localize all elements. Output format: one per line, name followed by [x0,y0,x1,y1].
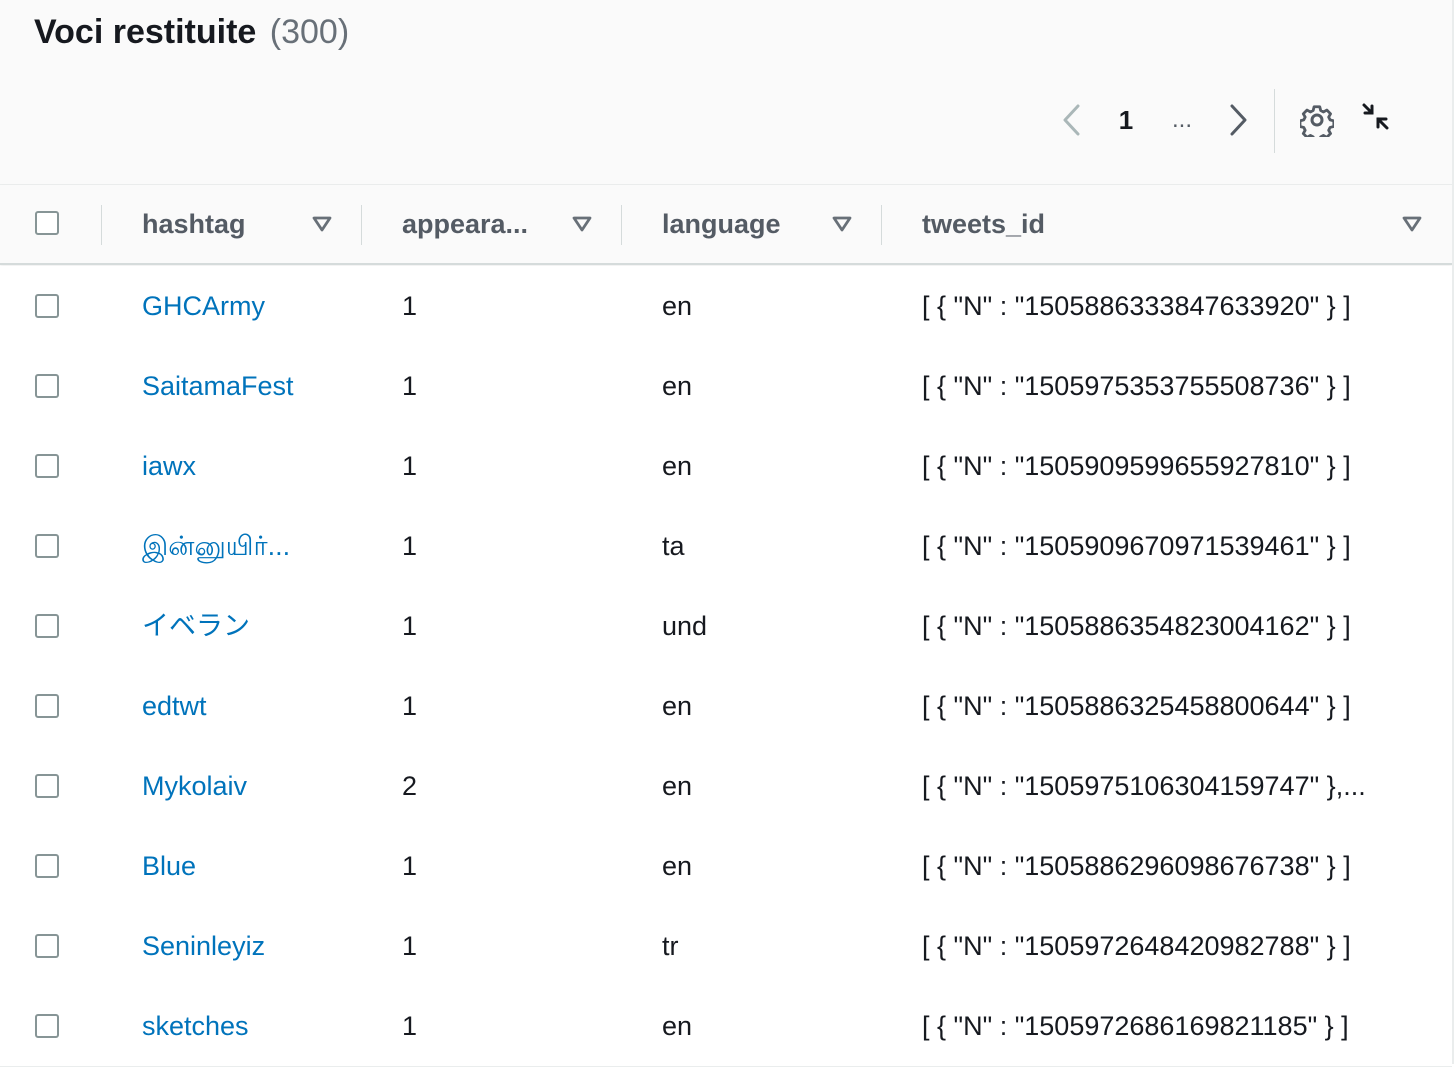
appearances-cell: 1 [402,691,418,721]
column-header-tweets-id[interactable]: tweets_id [922,205,1045,243]
table-row[interactable]: GHCArmy 1 en [ { "N" : "1505886333847633… [0,266,1452,347]
tweets-id-cell: [ { "N" : "1505909599655927810" } ] [922,451,1351,481]
sort-down-icon[interactable] [571,215,593,233]
row-checkbox[interactable] [35,1014,59,1038]
column-header-hashtag[interactable]: hashtag [142,205,246,243]
table-row[interactable]: sketches 1 en [ { "N" : "150597268616982… [0,986,1452,1067]
language-cell: en [662,851,693,881]
next-page-button[interactable] [1224,103,1252,137]
preferences-button[interactable] [1300,103,1334,137]
language-cell: und [662,611,708,641]
hashtag-link[interactable]: Seninleyiz [142,926,265,966]
hashtag-link[interactable]: Blue [142,846,196,886]
table-row[interactable]: Seninleyiz 1 tr [ { "N" : "1505972648420… [0,906,1452,987]
appearances-cell: 1 [402,1011,418,1041]
page-title: Voci restituite (300) [34,10,349,54]
language-cell: tr [662,931,679,961]
language-cell: en [662,371,693,401]
column-header-language[interactable]: language [662,205,781,243]
appearances-cell: 1 [402,531,418,561]
sort-down-icon[interactable] [311,215,333,233]
table-row[interactable]: iawx 1 en [ { "N" : "1505909599655927810… [0,426,1452,507]
appearances-cell: 1 [402,291,418,321]
sort-down-icon[interactable] [831,215,853,233]
row-checkbox[interactable] [35,614,59,638]
language-cell: en [662,291,693,321]
hashtag-link[interactable]: SaitamaFest [142,366,294,406]
row-checkbox[interactable] [35,774,59,798]
column-divider [101,205,102,245]
tweets-id-cell: [ { "N" : "1505972686169821185" } ] [922,1011,1349,1041]
table-row[interactable]: Blue 1 en [ { "N" : "1505886296098676738… [0,826,1452,907]
page-number-1[interactable]: 1 [1113,100,1139,140]
hashtag-link[interactable]: இன்னுயிர்... [142,526,290,566]
table-row[interactable]: இன்னுயிர்... 1 ta [ { "N" : "15059096709… [0,506,1452,587]
hashtag-link[interactable]: edtwt [142,686,207,726]
language-cell: en [662,771,693,801]
table-row[interactable]: イベラン 1 und [ { "N" : "150588635482300416… [0,586,1452,667]
row-checkbox[interactable] [35,934,59,958]
row-checkbox[interactable] [35,694,59,718]
item-count: (300) [269,13,350,51]
hashtag-link[interactable]: sketches [142,1006,249,1046]
tweets-id-cell: [ { "N" : "1505975106304159747" },... [922,771,1366,801]
collapse-icon [1361,102,1391,132]
table-row[interactable]: edtwt 1 en [ { "N" : "150588632545880064… [0,666,1452,747]
appearances-cell: 1 [402,451,418,481]
row-checkbox[interactable] [35,854,59,878]
row-checkbox[interactable] [35,534,59,558]
row-checkbox[interactable] [35,454,59,478]
language-cell: ta [662,531,685,561]
table-column-header: hashtag appeara... language tweets_id [0,185,1452,265]
sort-down-icon[interactable] [1401,215,1423,233]
chevron-left-icon [1058,103,1086,137]
column-header-appearances[interactable]: appeara... [402,205,528,243]
gear-icon [1300,103,1334,137]
toolbar-divider [1274,89,1275,153]
hashtag-link[interactable]: iawx [142,446,196,486]
table-row[interactable]: SaitamaFest 1 en [ { "N" : "150597535375… [0,346,1452,427]
hashtag-link[interactable]: Mykolaiv [142,766,247,806]
title-text: Voci restituite [34,13,257,51]
language-cell: en [662,691,693,721]
tweets-id-cell: [ { "N" : "1505886333847633920" } ] [922,291,1351,321]
select-all-checkbox[interactable] [35,211,59,235]
tweets-id-cell: [ { "N" : "1505886325458800644" } ] [922,691,1351,721]
page-ellipsis: ... [1171,106,1192,133]
appearances-cell: 1 [402,611,418,641]
row-checkbox[interactable] [35,294,59,318]
table-header-panel: Voci restituite (300) 1 ... [0,0,1452,185]
collapse-button[interactable] [1361,102,1391,132]
table-row[interactable]: Mykolaiv 2 en [ { "N" : "150597510630415… [0,746,1452,827]
tweets-id-cell: [ { "N" : "1505909670971539461" } ] [922,531,1351,561]
appearances-cell: 2 [402,771,418,801]
column-resizer[interactable] [361,205,362,245]
tweets-id-cell: [ { "N" : "1505886296098676738" } ] [922,851,1351,881]
hashtag-link[interactable]: GHCArmy [142,286,265,326]
language-cell: en [662,1011,693,1041]
prev-page-button[interactable] [1058,103,1086,137]
column-resizer[interactable] [881,205,882,245]
tweets-id-cell: [ { "N" : "1505975353755508736" } ] [922,371,1351,401]
hashtag-link[interactable]: イベラン [142,606,250,646]
tweets-id-cell: [ { "N" : "1505886354823004162" } ] [922,611,1351,641]
appearances-cell: 1 [402,931,418,961]
language-cell: en [662,451,693,481]
chevron-right-icon [1224,103,1252,137]
appearances-cell: 1 [402,371,418,401]
column-resizer[interactable] [621,205,622,245]
tweets-id-cell: [ { "N" : "1505972648420982788" } ] [922,931,1351,961]
row-checkbox[interactable] [35,374,59,398]
appearances-cell: 1 [402,851,418,881]
